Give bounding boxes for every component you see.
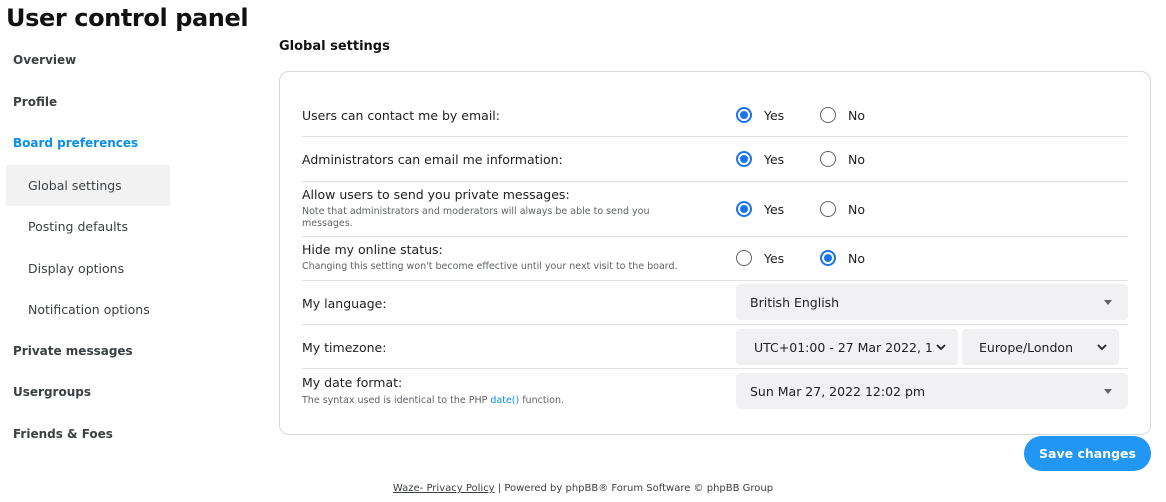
radio-label: Yes: [764, 151, 785, 167]
setting-label: Hide my online status:: [302, 242, 443, 257]
radio-label: No: [848, 107, 865, 123]
setting-label: Users can contact me by email:: [302, 108, 500, 123]
radio-circle: [820, 250, 836, 266]
nav-notification-options[interactable]: Notification options: [6, 289, 170, 331]
setting-row-private-messages: Allow users to send you private messages…: [302, 182, 1128, 237]
radio-private-messages-no[interactable]: No: [820, 201, 865, 217]
setting-row-contact-email: Users can contact me by email: Yes No: [302, 93, 1128, 137]
nav-usergroups[interactable]: Usergroups: [6, 372, 170, 414]
setting-help: The syntax used is identical to the PHP …: [302, 395, 682, 407]
chevron-down-icon: [936, 344, 946, 351]
php-date-link[interactable]: date(): [490, 395, 519, 406]
section-title: Global settings: [279, 39, 390, 54]
caret-down-icon: [1104, 299, 1112, 305]
save-changes-button[interactable]: Save changes: [1024, 436, 1151, 471]
select-value: UTC+01:00 - 27 Mar 2022, 12:02: [754, 339, 934, 355]
setting-row-admin-email: Administrators can email me information:…: [302, 137, 1128, 182]
page-title: User control panel: [6, 4, 249, 32]
help-text-suffix: function.: [519, 395, 565, 406]
setting-row-language: My language: British English: [302, 281, 1128, 325]
radio-admin-email-no[interactable]: No: [820, 151, 865, 167]
caret-down-icon: [1104, 388, 1112, 394]
timezone-offset-select[interactable]: UTC+01:00 - 27 Mar 2022, 12:02: [736, 329, 958, 365]
radio-label: Yes: [764, 201, 785, 217]
radio-label: Yes: [764, 250, 785, 266]
nav-private-messages[interactable]: Private messages: [6, 331, 170, 373]
setting-row-timezone: My timezone: UTC+01:00 - 27 Mar 2022, 12…: [302, 325, 1128, 369]
radio-circle: [820, 201, 836, 217]
setting-row-date-format: My date format: The syntax used is ident…: [302, 369, 1128, 415]
nav-friends-foes[interactable]: Friends & Foes: [6, 414, 170, 456]
language-select[interactable]: British English: [736, 284, 1128, 320]
radio-admin-email-yes[interactable]: Yes: [736, 151, 784, 167]
radio-label: No: [848, 201, 865, 217]
setting-help: Changing this setting won't become effec…: [302, 261, 678, 272]
radio-circle: [736, 201, 752, 217]
settings-panel: Users can contact me by email: Yes No Ad…: [279, 71, 1151, 435]
setting-help: Note that administrators and moderators …: [302, 206, 650, 229]
nav-display-options[interactable]: Display options: [6, 248, 170, 290]
radio-label: No: [848, 151, 865, 167]
timezone-zone-select[interactable]: Europe/London: [962, 329, 1119, 365]
nav-overview[interactable]: Overview: [6, 40, 170, 82]
nav-posting-defaults[interactable]: Posting defaults: [6, 206, 170, 248]
date-format-select[interactable]: Sun Mar 27, 2022 12:02 pm: [736, 373, 1128, 409]
select-value: British English: [750, 294, 840, 310]
radio-label: Yes: [764, 107, 785, 123]
setting-label: Allow users to send you private messages…: [302, 187, 570, 202]
radio-online-status-no[interactable]: No: [820, 250, 865, 266]
select-value: Sun Mar 27, 2022 12:02 pm: [750, 383, 926, 399]
radio-circle: [736, 107, 752, 123]
nav-global-settings[interactable]: Global settings: [6, 164, 170, 206]
setting-row-online-status: Hide my online status: Changing this set…: [302, 237, 1128, 281]
setting-label: Administrators can email me information:: [302, 152, 563, 167]
nav-board-preferences[interactable]: Board preferences: [6, 123, 170, 165]
sidebar: Overview Profile Board preferences Globa…: [6, 40, 170, 455]
select-value: Europe/London: [979, 339, 1073, 355]
radio-label: No: [848, 250, 865, 266]
help-text-prefix: The syntax used is identical to the PHP: [302, 395, 491, 406]
nav-profile[interactable]: Profile: [6, 82, 170, 124]
radio-private-messages-yes[interactable]: Yes: [736, 201, 784, 217]
footer: Waze- Privacy Policy | Powered by phpBB®…: [0, 483, 1166, 494]
chevron-down-icon: [1097, 344, 1107, 351]
radio-circle: [820, 151, 836, 167]
radio-circle: [736, 250, 752, 266]
radio-contact-email-no[interactable]: No: [820, 107, 865, 123]
setting-label: My timezone:: [302, 340, 387, 355]
powered-by-text: | Powered by phpBB® Forum Software © php…: [494, 483, 774, 494]
radio-contact-email-yes[interactable]: Yes: [736, 107, 784, 123]
setting-label: My date format:: [302, 375, 403, 390]
radio-circle: [820, 107, 836, 123]
radio-circle: [736, 151, 752, 167]
setting-label: My language:: [302, 296, 387, 311]
privacy-policy-link[interactable]: Waze- Privacy Policy: [393, 483, 495, 494]
radio-online-status-yes[interactable]: Yes: [736, 250, 784, 266]
